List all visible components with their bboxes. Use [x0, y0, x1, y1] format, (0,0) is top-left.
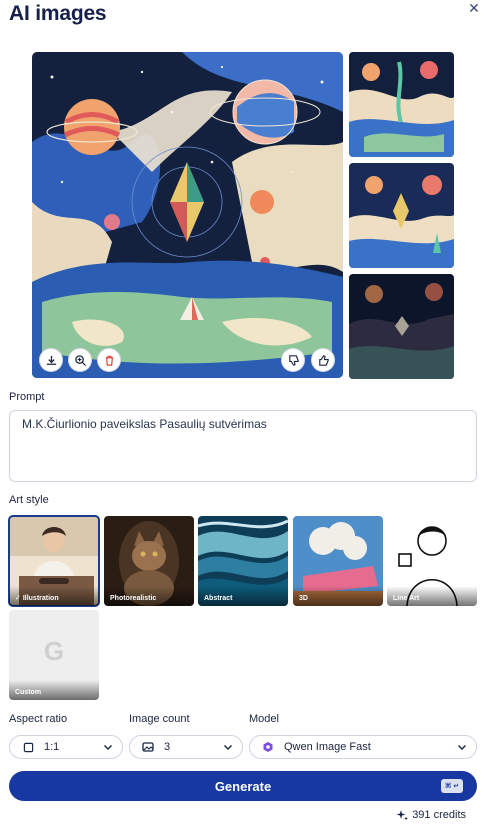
prompt-label: Prompt: [9, 391, 45, 403]
art-style-custom[interactable]: G Custom: [9, 610, 99, 700]
image-count-label: Image count: [129, 713, 190, 725]
main-generated-image[interactable]: [32, 52, 343, 378]
model-select[interactable]: Qwen Image Fast: [249, 735, 477, 759]
aspect-ratio-value: 1:1: [44, 741, 60, 753]
credits-text: 391 credits: [412, 809, 466, 821]
model-label: Model: [249, 713, 279, 725]
art-style-line-art[interactable]: Line Art: [387, 516, 477, 606]
aspect-ratio-select[interactable]: 1:1: [9, 735, 123, 759]
download-button[interactable]: [39, 348, 63, 372]
image-count-value: 3: [164, 741, 171, 753]
download-icon: [46, 355, 56, 365]
chevron-down-icon: [458, 745, 466, 750]
dislike-button[interactable]: [281, 348, 305, 372]
art-style-3d[interactable]: 3D: [293, 516, 383, 606]
art-style-line-art-label: Line Art: [393, 595, 420, 602]
zoom-in-icon: [74, 354, 86, 366]
thumbnail-1[interactable]: [349, 52, 454, 157]
art-style-photorealistic-label: Photorealistic: [110, 595, 157, 602]
thumbnail-2[interactable]: [349, 163, 454, 268]
art-style-3d-label: 3D: [299, 595, 308, 602]
art-style-abstract-label: Abstract: [204, 595, 233, 602]
zoom-in-button[interactable]: [68, 348, 92, 372]
like-button[interactable]: [311, 348, 335, 372]
delete-button[interactable]: [97, 348, 121, 372]
art-style-label: Art style: [9, 494, 49, 506]
thumbnail-3[interactable]: [349, 274, 454, 379]
custom-placeholder-glyph: G: [44, 636, 64, 666]
page-title: AI images: [9, 2, 107, 25]
chevron-down-icon: [224, 745, 232, 750]
credits-info: 391 credits: [396, 809, 466, 821]
generate-button[interactable]: Generate ⌘ ↵: [9, 771, 477, 801]
close-icon[interactable]: ✕: [466, 0, 482, 16]
image-count-select[interactable]: 3: [129, 735, 243, 759]
sparkle-icon: [396, 810, 409, 821]
trash-icon: [105, 355, 113, 366]
aspect-ratio-label: Aspect ratio: [9, 713, 68, 725]
prompt-input[interactable]: M.K.Čiurlionio paveikslas Pasaulių sutvė…: [9, 410, 477, 482]
art-style-custom-label: Custom: [15, 689, 42, 696]
thumbs-down-icon: [288, 354, 299, 366]
art-style-abstract[interactable]: Abstract: [198, 516, 288, 606]
art-style-illustration-label: ✓ Illustration: [15, 595, 59, 602]
images-icon: [142, 741, 154, 753]
art-style-photorealistic[interactable]: Photorealistic: [104, 516, 194, 606]
generate-label: Generate: [214, 778, 272, 794]
square-icon: [22, 741, 34, 753]
art-style-illustration[interactable]: ✓ Illustration: [8, 515, 100, 607]
shortcut-badge: ⌘ ↵: [441, 779, 463, 793]
chevron-down-icon: [104, 745, 112, 750]
model-logo-icon: [262, 741, 274, 753]
model-value: Qwen Image Fast: [284, 741, 371, 753]
thumbs-up-icon: [318, 354, 329, 366]
